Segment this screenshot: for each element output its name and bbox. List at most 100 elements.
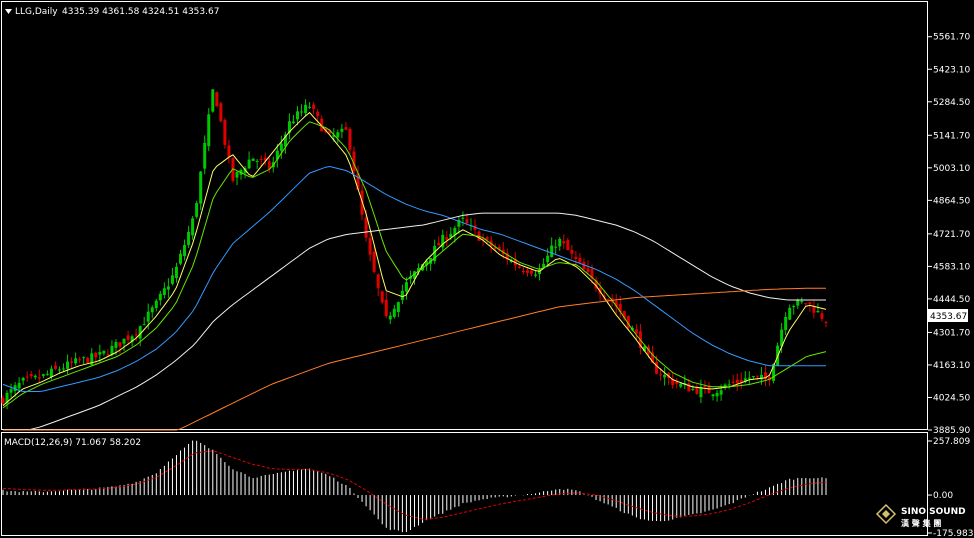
candle-body <box>94 352 98 358</box>
candle-body <box>824 322 828 324</box>
candle-body <box>142 324 146 326</box>
price-tick-label: 4301.70 <box>933 328 970 338</box>
candle-body <box>114 342 118 348</box>
candle-body <box>21 377 25 381</box>
candle-body <box>308 106 312 108</box>
candle-body <box>348 128 352 150</box>
ohlc-values: 4335.39 4361.58 4324.51 4353.67 <box>62 7 219 17</box>
candle-body <box>465 219 469 223</box>
candle-body <box>542 263 546 268</box>
candle-body <box>170 275 174 284</box>
candle-body <box>816 310 820 313</box>
candle-body <box>578 257 582 263</box>
candle-body <box>566 240 570 251</box>
candle-body <box>146 311 150 322</box>
candle-body <box>227 145 231 158</box>
candle-body <box>235 172 239 178</box>
candle-body <box>655 361 659 374</box>
candle-body <box>118 342 122 347</box>
symbol-label: LLG,Daily <box>15 7 58 17</box>
candle-body <box>800 301 804 303</box>
candle-body <box>586 268 590 273</box>
candle-body <box>215 92 219 107</box>
candle-body <box>663 374 667 378</box>
last-price-value: 4353.67 <box>930 312 967 322</box>
price-tick-label: 4721.70 <box>933 230 970 240</box>
chart-header: LLG,Daily 4335.39 4361.58 4324.51 4353.6… <box>5 7 219 17</box>
candle-body <box>554 246 558 248</box>
candle-body <box>255 160 259 162</box>
candle-body <box>396 302 400 312</box>
trading-chart[interactable]: 5561.70 5423.10 5284.50 5141.70 5003.10 4864.… <box>0 0 974 538</box>
candle-body <box>126 335 130 340</box>
candle-body <box>199 171 203 204</box>
candle-body <box>534 274 538 276</box>
candle-body <box>808 302 812 304</box>
candle-body <box>376 274 380 289</box>
candle-body <box>340 128 344 132</box>
candle-body <box>711 394 715 397</box>
candle-body <box>812 306 816 313</box>
price-tick-label: 5561.70 <box>933 33 970 43</box>
macd-tick-label: -175.983 <box>933 529 973 538</box>
candle-body <box>606 298 610 300</box>
candle-body <box>122 338 126 344</box>
price-tick-label: 5284.50 <box>933 98 970 108</box>
candle-body <box>300 111 304 113</box>
candle-body <box>384 299 388 317</box>
candle-body <box>9 389 13 393</box>
candle-body <box>74 358 78 364</box>
candle-body <box>57 369 61 371</box>
candle-body <box>804 303 808 305</box>
candle-body <box>174 266 178 278</box>
candle-body <box>207 114 211 147</box>
candle-body <box>437 243 441 246</box>
candle-body <box>562 241 566 244</box>
candle-body <box>546 255 550 263</box>
candle-body <box>191 218 195 236</box>
candle-body <box>154 300 158 309</box>
candle-body <box>388 315 392 320</box>
candle-body <box>679 383 683 387</box>
candle-body <box>296 111 300 120</box>
candle-body <box>755 375 759 377</box>
candle-body <box>251 158 255 161</box>
candle-body <box>380 291 384 303</box>
candle-body <box>719 390 723 395</box>
price-tick-label: 3885.90 <box>933 426 970 436</box>
candle-body <box>792 306 796 308</box>
candle-body <box>715 392 719 397</box>
candle-body <box>691 388 695 390</box>
candle-body <box>134 334 138 336</box>
candle-body <box>279 143 283 151</box>
candle-body <box>223 120 227 145</box>
candle-body <box>98 351 102 355</box>
candle-body <box>37 377 41 379</box>
candle-body <box>195 203 199 217</box>
candle-body <box>179 253 183 264</box>
candle-body <box>784 316 788 330</box>
candle-body <box>364 217 368 238</box>
candle-body <box>62 368 66 370</box>
candle-body <box>344 127 348 130</box>
candle-body <box>372 251 376 272</box>
candle-body <box>162 288 166 295</box>
candle-body <box>529 270 533 274</box>
candle-body <box>70 361 74 363</box>
price-tick-label: 5003.10 <box>933 164 970 174</box>
candle-body <box>392 308 396 317</box>
price-tick-label: 4024.50 <box>933 393 970 403</box>
candle-body <box>166 286 170 290</box>
candle-body <box>110 345 114 355</box>
candle-body <box>550 245 554 258</box>
price-tick-label: 4864.50 <box>933 196 970 206</box>
candle-body <box>558 238 562 247</box>
candle-body <box>66 361 70 369</box>
price-tick-label: 4163.10 <box>933 361 970 371</box>
chart-background <box>0 0 974 538</box>
candle-body <box>796 299 800 306</box>
candle-body <box>312 104 316 110</box>
candle-body <box>102 350 106 354</box>
candle-body <box>400 290 404 300</box>
candle-body <box>659 374 663 376</box>
